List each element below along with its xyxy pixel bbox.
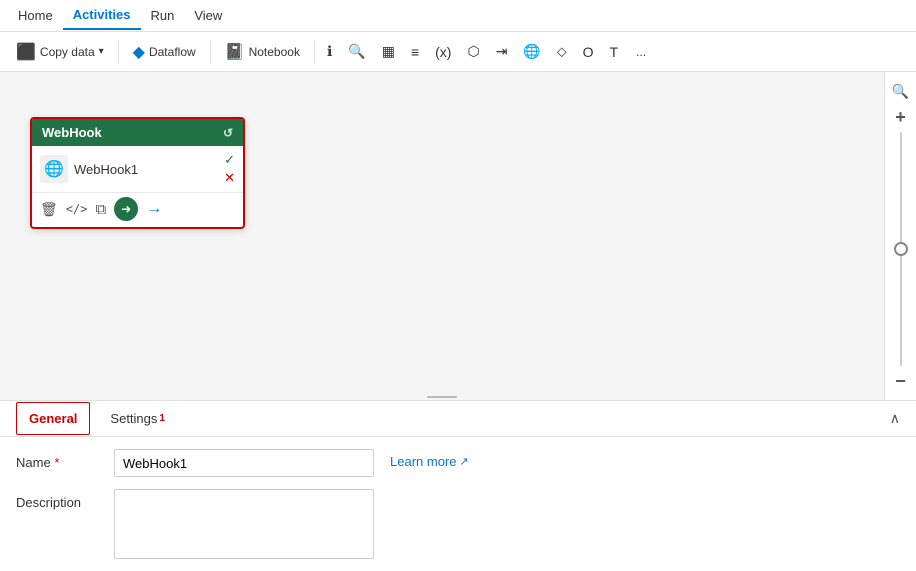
globe-webhook-icon: 🌐 <box>44 159 64 179</box>
name-input[interactable] <box>114 449 374 477</box>
tab-bar: General Settings 1 ∧ <box>0 401 916 437</box>
zoom-track <box>885 132 916 366</box>
learn-more-label: Learn more <box>390 454 456 469</box>
description-form-row: Description <box>16 489 900 559</box>
notebook-label: Notebook <box>249 45 300 59</box>
webhook-status-icons: ✓ ✕ <box>224 152 235 186</box>
run-arrow-button[interactable]: ➜ <box>114 197 138 221</box>
zoom-in-button[interactable]: + <box>890 106 912 128</box>
toolbar-separator-1 <box>118 40 119 64</box>
export-button[interactable]: ⬦ <box>551 39 573 64</box>
expression-button[interactable]: (x) <box>429 40 457 64</box>
tab-general-label: General <box>29 411 77 426</box>
refresh-icon[interactable]: ↺ <box>223 126 233 140</box>
globe-button[interactable]: 🌐 <box>517 39 546 64</box>
panel-form: Name * Learn more ↗ Description <box>0 437 916 571</box>
name-required-mark: * <box>54 455 59 470</box>
tab-settings[interactable]: Settings 1 <box>98 403 177 434</box>
webhook-body-icon: 🌐 <box>40 155 68 183</box>
bottom-panel: General Settings 1 ∧ Name * Learn more <box>0 400 916 571</box>
list-button[interactable]: ≡ <box>405 40 425 64</box>
panel-divider[interactable] <box>0 394 884 400</box>
info-button[interactable]: ℹ <box>321 39 338 64</box>
right-zoom-panel: 🔍 + − <box>884 72 916 400</box>
toolbar: ⬛ Copy data ▾ ◆ Dataflow 📓 Notebook ℹ 🔍 … <box>0 32 916 72</box>
copy-data-dropdown-icon: ▾ <box>99 46 104 57</box>
webhook-card[interactable]: WebHook ↺ 🌐 WebHook1 ✓ ✕ 🗑 </> ⧉ ➜ → <box>30 117 245 229</box>
tab-general[interactable]: General <box>16 402 90 435</box>
search-toolbar-button[interactable]: 🔍 <box>342 39 371 64</box>
more-label: ... <box>636 45 646 59</box>
zoom-out-button[interactable]: − <box>890 370 912 392</box>
nav-run[interactable]: Run <box>141 2 185 29</box>
dataflow-button[interactable]: ◆ Dataflow <box>125 38 204 66</box>
name-label: Name * <box>16 449 106 470</box>
connections-button[interactable]: ⬡ <box>461 39 485 64</box>
teams-button[interactable]: T <box>604 40 625 64</box>
canvas-area[interactable]: WebHook ↺ 🌐 WebHook1 ✓ ✕ 🗑 </> ⧉ ➜ → <box>0 72 916 400</box>
copy-data-icon: ⬛ <box>16 42 36 62</box>
toolbar-separator-3 <box>314 40 315 64</box>
webhook-node-name: WebHook1 <box>74 162 218 177</box>
code-icon[interactable]: </> <box>66 202 88 216</box>
webhook-title: WebHook <box>42 125 102 140</box>
webhook-actions: 🗑 </> ⧉ ➜ → <box>32 192 243 227</box>
external-link-icon: ↗ <box>459 455 468 468</box>
nav-view[interactable]: View <box>184 2 232 29</box>
navigate-arrow-icon[interactable]: → <box>146 200 162 218</box>
outlook-button[interactable]: O <box>577 40 600 64</box>
zoom-thumb[interactable] <box>894 242 908 256</box>
main-container: WebHook ↺ 🌐 WebHook1 ✓ ✕ 🗑 </> ⧉ ➜ → <box>0 72 916 571</box>
copy-data-button[interactable]: ⬛ Copy data ▾ <box>8 38 112 66</box>
more-button[interactable]: ... <box>628 41 654 63</box>
webhook-header: WebHook ↺ <box>32 119 243 146</box>
copy-data-label: Copy data <box>40 45 95 59</box>
delete-icon[interactable]: 🗑 <box>40 201 58 218</box>
error-x-icon: ✕ <box>224 170 235 186</box>
table-button[interactable]: ▦ <box>376 39 401 64</box>
name-form-row: Name * Learn more ↗ <box>16 449 900 477</box>
divider-line <box>427 396 457 398</box>
settings-badge: 1 <box>159 413 165 424</box>
notebook-button[interactable]: 📓 Notebook <box>217 38 308 66</box>
success-check-icon: ✓ <box>224 152 235 168</box>
description-input[interactable] <box>114 489 374 559</box>
arrow-button[interactable]: ⇥ <box>490 39 514 64</box>
dataflow-icon: ◆ <box>133 42 145 62</box>
dataflow-label: Dataflow <box>149 45 196 59</box>
copy-icon[interactable]: ⧉ <box>95 201 106 218</box>
nav-activities[interactable]: Activities <box>63 1 141 30</box>
toolbar-separator-2 <box>210 40 211 64</box>
description-label: Description <box>16 489 106 510</box>
collapse-panel-icon[interactable]: ∧ <box>890 410 900 427</box>
top-nav: Home Activities Run View <box>0 0 916 32</box>
canvas-search-button[interactable]: 🔍 <box>890 80 912 102</box>
nav-home[interactable]: Home <box>8 2 63 29</box>
webhook-body: 🌐 WebHook1 ✓ ✕ <box>32 146 243 192</box>
tab-settings-label: Settings <box>110 411 157 426</box>
notebook-icon: 📓 <box>225 42 245 62</box>
learn-more-link[interactable]: Learn more ↗ <box>390 449 469 469</box>
